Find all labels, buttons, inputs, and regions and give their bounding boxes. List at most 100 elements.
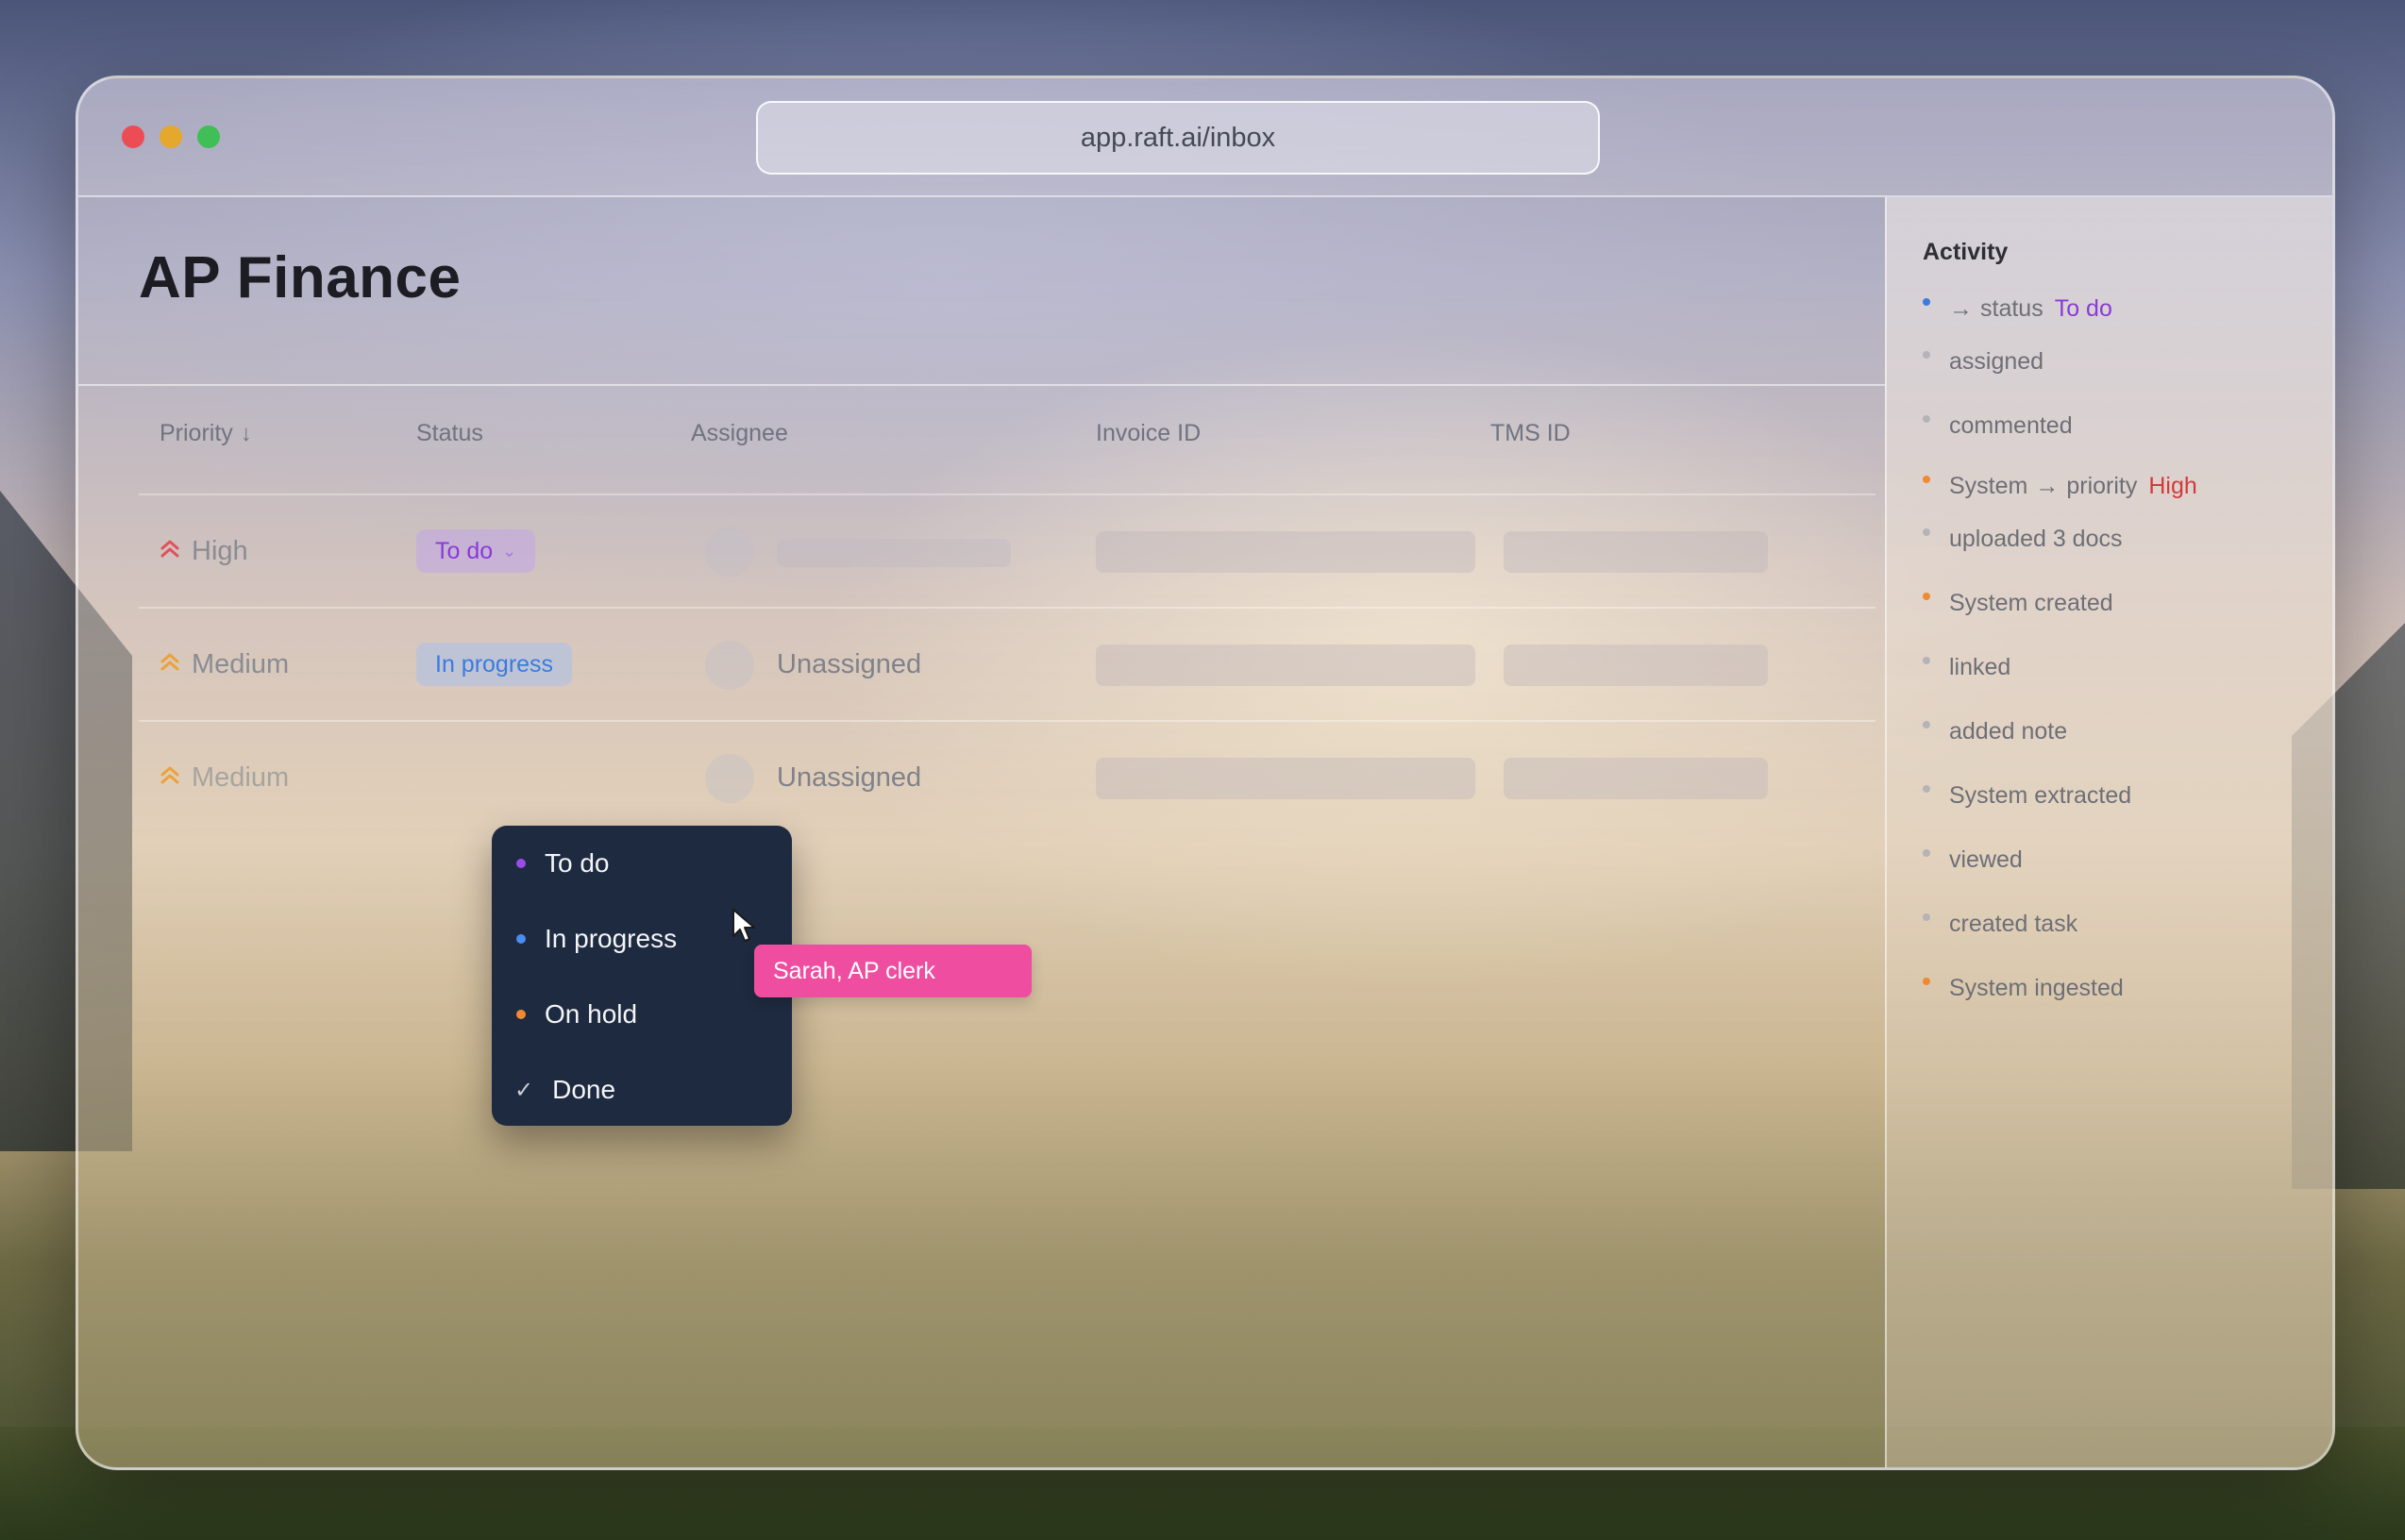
invoice-id-skeleton [1096,758,1475,799]
invoice-id-skeleton [1096,531,1475,573]
activity-text: System extracted [1949,782,2132,809]
avatar-placeholder [705,527,754,577]
assignee-label[interactable]: Unassigned [777,722,921,833]
sort-descending-icon: ↓ [240,420,252,446]
activity-text: added note [1949,718,2068,745]
activity-highlight: To do [2054,295,2112,322]
activity-item[interactable]: assigned [1923,348,2043,376]
priority-cell: Medium [160,609,289,720]
table-row[interactable]: Medium In progress Unassigned [139,607,1875,720]
activity-text: uploaded 3 docs [1949,526,2123,552]
status-dot-icon [516,859,526,868]
activity-dot-icon [1923,592,1930,600]
collaborator-cursor-label: Sarah, AP clerk [754,945,1032,997]
assignee-skeleton [777,539,1011,567]
status-option-label: Done [552,1075,616,1104]
chevron-down-icon: ⌄ [502,541,517,561]
browser-window: app.raft.ai/inbox AP Finance Priority ↓ … [76,75,2335,1470]
minimize-window-button[interactable] [160,126,182,148]
activity-dot-icon [1923,414,1930,423]
activity-text: assigned [1949,348,2044,375]
title-bar: app.raft.ai/inbox [78,78,2332,197]
activity-item[interactable]: System → priority High [1923,473,2197,500]
activity-item[interactable]: → status To do [1923,295,2112,323]
page-title: AP Finance [139,245,462,310]
activity-item[interactable]: uploaded 3 docs [1923,526,2122,553]
maximize-window-button[interactable] [197,126,220,148]
priority-medium-icon [160,764,180,791]
column-header-priority[interactable]: Priority ↓ [160,420,252,447]
status-option-label: In progress [545,924,678,953]
status-option-todo[interactable]: To do [492,826,792,901]
activity-text: priority [2066,473,2138,499]
activity-dot-icon [1923,784,1930,793]
activity-dot-icon [1923,475,1930,483]
status-badge[interactable]: In progress [416,643,573,686]
activity-dot-icon [1923,848,1930,857]
activity-item[interactable]: commented [1923,412,2073,440]
avatar-placeholder [705,754,754,803]
activity-text: linked [1949,654,2011,680]
table-header: Priority ↓ Status Assignee Invoice ID TM… [139,420,1875,477]
activity-item[interactable]: added note [1923,718,2067,745]
check-icon: ✓ [514,1077,534,1103]
status-cell: To do ⌄ [416,529,536,573]
column-header-status[interactable]: Status [416,420,483,447]
mouse-cursor-icon [732,909,755,942]
priority-label: Medium [192,762,290,793]
activity-item[interactable]: viewed [1923,846,2023,874]
table-row[interactable]: High To do ⌄ [139,494,1875,607]
activity-item[interactable]: System ingested [1923,975,2124,1002]
activity-dot-icon [1923,527,1930,536]
address-bar[interactable]: app.raft.ai/inbox [756,101,1600,175]
tms-id-skeleton [1504,758,1768,799]
status-badge-label: To do [435,537,494,564]
status-dot-icon [516,934,526,944]
activity-title: Activity [1923,239,2009,265]
activity-item[interactable]: System extracted [1923,782,2131,810]
priority-label: High [192,535,248,566]
invoice-id-skeleton [1096,644,1475,686]
assignee-label[interactable]: Unassigned [777,609,921,720]
tms-id-skeleton [1504,644,1768,686]
activity-text: commented [1949,412,2073,439]
status-option-label: To do [545,848,610,878]
status-cell: In progress [416,643,573,686]
column-header-tms-id[interactable]: TMS ID [1490,420,1571,447]
address-bar-url: app.raft.ai/inbox [1080,122,1276,153]
column-header-assignee[interactable]: Assignee [691,420,788,447]
activity-panel: Activity → status To do assigned comment… [1885,197,2332,1467]
title-divider [78,384,1885,386]
activity-dot-icon [1923,720,1930,728]
priority-label: Medium [192,648,290,679]
arrow-right-icon: → [2035,473,2060,499]
table-row[interactable]: Medium Unassigned [139,720,1875,833]
status-badge[interactable]: To do ⌄ [416,529,536,573]
activity-highlight: High [2148,473,2197,499]
status-dropdown-menu: To do In progress On hold ✓ Done [492,826,792,1126]
main-content: AP Finance Priority ↓ Status Assignee In… [78,197,1885,1467]
activity-item[interactable]: System created [1923,590,2113,617]
activity-dot-icon [1923,977,1930,985]
priority-medium-icon [160,651,180,678]
tms-id-skeleton [1504,531,1768,573]
status-badge-label: In progress [435,650,554,678]
column-header-priority-label: Priority [160,420,233,446]
activity-text: viewed [1949,846,2023,873]
status-option-done[interactable]: ✓ Done [492,1052,792,1128]
activity-text: System created [1949,590,2113,616]
close-window-button[interactable] [122,126,144,148]
activity-item[interactable]: linked [1923,654,2010,681]
priority-high-icon [160,538,180,564]
column-header-invoice-id[interactable]: Invoice ID [1096,420,1201,447]
activity-item[interactable]: created task [1923,911,2077,938]
activity-text: System ingested [1949,975,2124,1001]
activity-text: status [1980,295,2043,322]
status-option-on-hold[interactable]: On hold [492,977,792,1052]
activity-actor: System [1949,473,2028,499]
activity-dot-icon [1923,656,1930,664]
priority-cell: High [160,495,248,607]
status-dot-icon [516,1010,526,1019]
activity-dot-icon [1923,297,1930,306]
priority-cell: Medium [160,722,289,833]
